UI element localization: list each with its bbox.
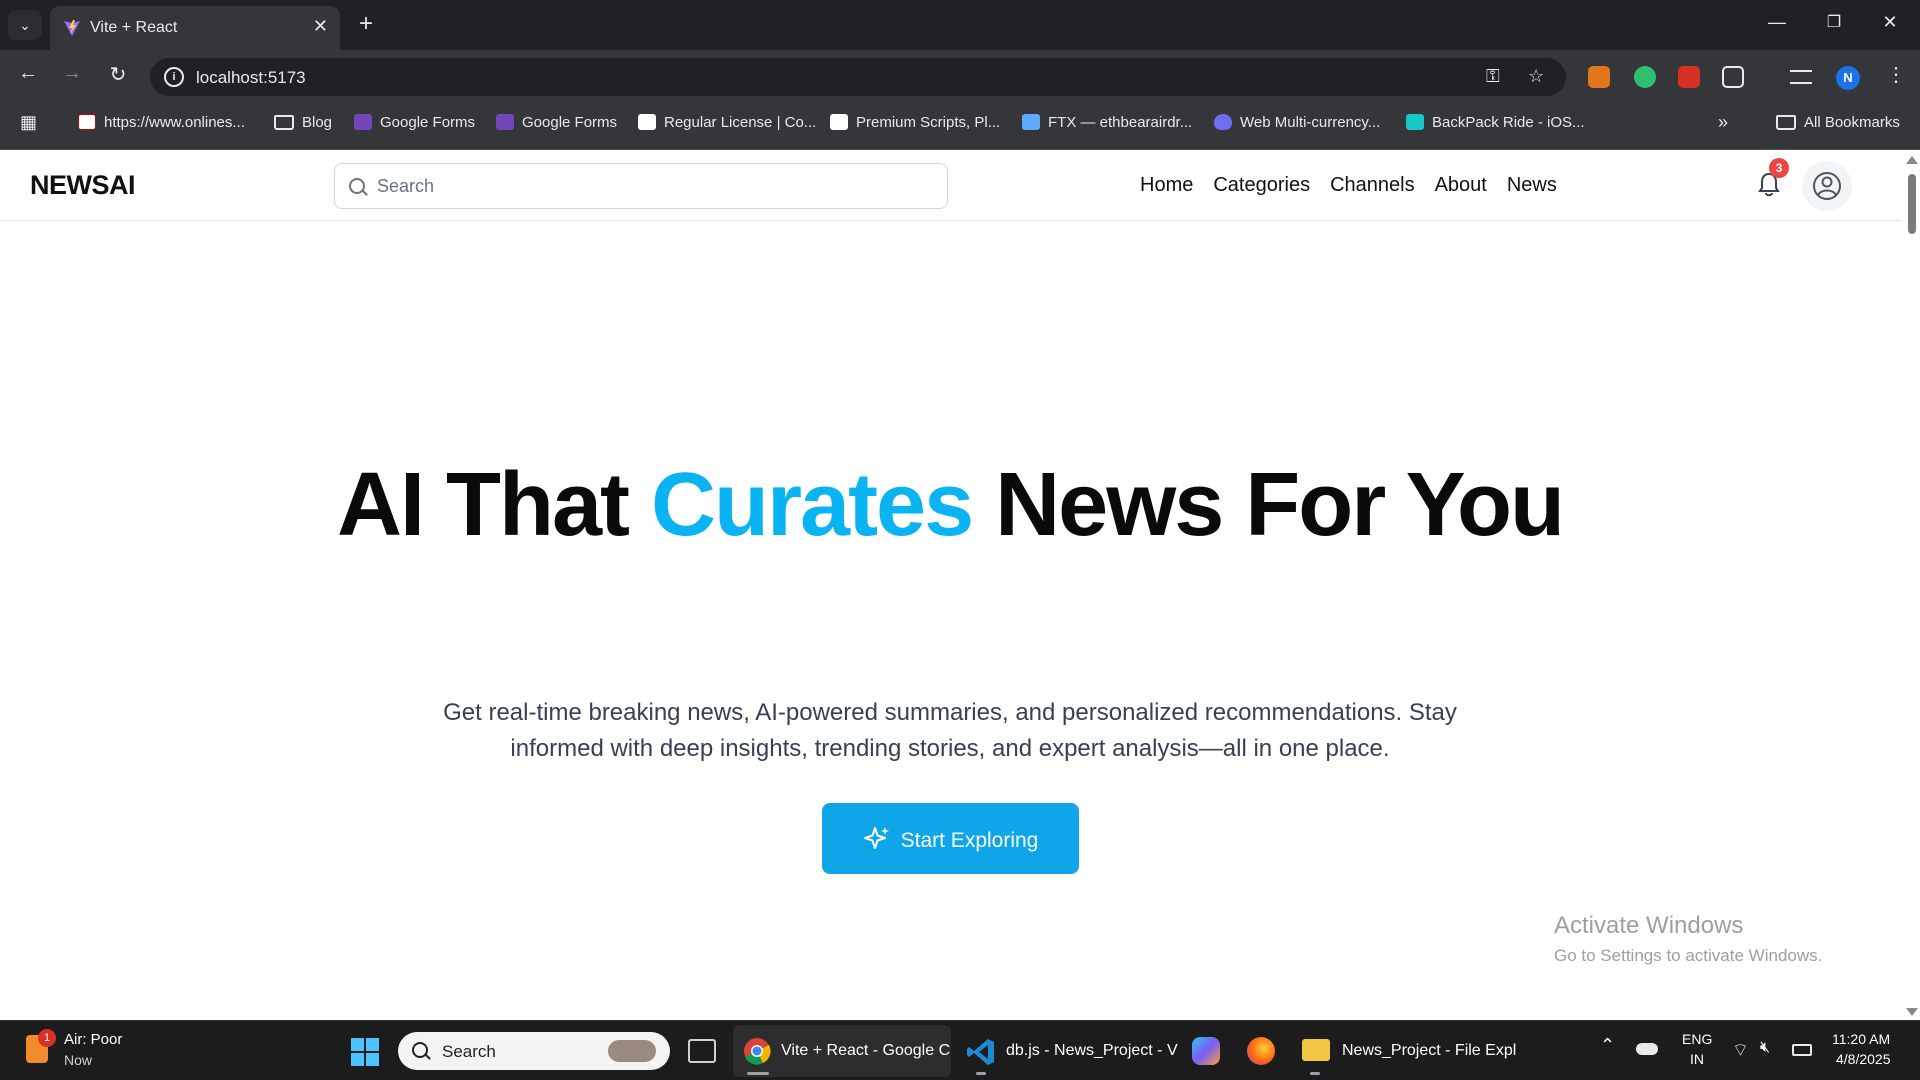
bookmark-item[interactable]: Google Forms xyxy=(496,114,617,131)
bookmark-item[interactable]: Google Forms xyxy=(354,114,475,131)
scroll-down-icon[interactable] xyxy=(1906,1008,1918,1016)
site-nav: Home Categories Channels About News xyxy=(1140,174,1557,197)
taskbar-app-chrome[interactable]: Vite + React - Google C xyxy=(733,1025,951,1077)
taskbar-app-vscode[interactable]: db.js - News_Project - V xyxy=(960,1025,1178,1077)
tab-title: Vite + React xyxy=(90,19,178,36)
scroll-up-icon[interactable] xyxy=(1906,156,1918,164)
bookmarks-bar: ▦ https://www.onlines... Blog Google For… xyxy=(0,100,1920,150)
vite-icon xyxy=(64,20,80,36)
bookmark-star-icon[interactable]: ☆ xyxy=(1528,66,1544,87)
user-avatar[interactable] xyxy=(1802,161,1852,211)
reload-button[interactable]: ↻ xyxy=(104,62,132,87)
clock-date[interactable]: 4/8/2025 xyxy=(1836,1051,1891,1067)
volume-muted-icon[interactable]: 🔇︎ xyxy=(1760,1039,1770,1057)
bookmark-item[interactable]: Premium Scripts, Pl... xyxy=(830,114,1000,131)
profile-avatar[interactable]: N xyxy=(1836,66,1860,90)
nav-categories[interactable]: Categories xyxy=(1213,174,1310,197)
menu-dots-icon[interactable]: ⋮ xyxy=(1882,62,1910,87)
wifi-icon[interactable]: ⌔ xyxy=(1732,1039,1749,1062)
url-text[interactable]: localhost:5173 xyxy=(196,68,306,88)
page-scrollbar[interactable] xyxy=(1902,150,1920,1020)
firefox-icon[interactable] xyxy=(1247,1037,1275,1065)
bookmark-item[interactable]: https://www.onlines... xyxy=(78,114,245,131)
back-button[interactable]: ← xyxy=(14,62,42,85)
site-search-box[interactable] xyxy=(334,163,948,209)
activate-windows-watermark: Activate Windows Go to Settings to activ… xyxy=(1554,912,1823,965)
site-logo[interactable]: NEWSAI xyxy=(30,170,136,201)
start-exploring-button[interactable]: Start Exploring xyxy=(822,803,1079,874)
taskbar-search[interactable]: Search xyxy=(398,1032,670,1070)
vscode-icon xyxy=(967,1039,994,1065)
metamask-extension-icon[interactable] xyxy=(1588,66,1610,88)
bookmark-item[interactable]: BackPack Ride - iOS... xyxy=(1406,114,1585,131)
hero-title-accent: Curates xyxy=(651,455,974,555)
user-circle-icon xyxy=(1813,172,1841,200)
browser-tabstrip: ⌄ Vite + React ✕ + — ❐ ✕ xyxy=(0,0,1920,50)
sparkle-icon xyxy=(863,826,889,849)
search-icon xyxy=(349,178,365,194)
hero-subtitle: Get real-time breaking news, AI-powered … xyxy=(443,699,1457,762)
site-info-icon[interactable]: i xyxy=(164,67,184,87)
notification-badge: 3 xyxy=(1769,158,1789,178)
extension-red-icon[interactable] xyxy=(1678,66,1700,88)
key-icon[interactable]: ⚿ xyxy=(1486,66,1500,87)
hero-title: AI That Curates News For You xyxy=(337,455,1565,555)
more-bookmarks-icon[interactable]: » xyxy=(1718,112,1728,133)
forward-button[interactable]: → xyxy=(58,62,86,85)
address-bar[interactable]: i localhost:5173 ⚿ ☆ xyxy=(150,58,1566,96)
nav-news[interactable]: News xyxy=(1507,174,1557,197)
all-bookmarks-folder[interactable]: All Bookmarks xyxy=(1776,114,1900,131)
bookmark-item[interactable]: FTX — ethbearairdr... xyxy=(1022,114,1192,131)
folder-icon xyxy=(274,115,294,130)
chrome-icon xyxy=(744,1038,771,1065)
close-tab-icon[interactable]: ✕ xyxy=(313,16,328,37)
scrollbar-thumb[interactable] xyxy=(1908,174,1916,234)
search-icon xyxy=(412,1042,428,1058)
language-indicator[interactable]: ENG xyxy=(1682,1031,1712,1047)
nav-about[interactable]: About xyxy=(1435,174,1487,197)
chevron-up-icon[interactable]: ⌃ xyxy=(1600,1035,1615,1056)
folder-icon xyxy=(1776,115,1796,130)
tab-search-button[interactable]: ⌄ xyxy=(8,10,42,40)
nav-home[interactable]: Home xyxy=(1140,174,1193,197)
restore-button[interactable]: ❐ xyxy=(1822,12,1846,32)
folder-icon xyxy=(1302,1039,1330,1061)
minimize-button[interactable]: — xyxy=(1765,12,1789,33)
clock-time[interactable]: 11:20 AM xyxy=(1832,1031,1890,1047)
extension-circle-icon[interactable] xyxy=(1634,66,1656,88)
page-viewport: NEWSAI Home Categories Channels About Ne… xyxy=(0,150,1920,1020)
site-header: NEWSAI Home Categories Channels About Ne… xyxy=(0,150,1902,221)
close-window-button[interactable]: ✕ xyxy=(1878,12,1902,33)
bookmark-folder-blog[interactable]: Blog xyxy=(274,114,332,131)
taskbar-app-file-explorer[interactable]: News_Project - File Expl xyxy=(1292,1025,1516,1077)
bookmark-item[interactable]: Web Multi-currency... xyxy=(1214,114,1380,131)
copilot-icon[interactable] xyxy=(1192,1037,1220,1065)
cta-label: Start Exploring xyxy=(900,828,1039,852)
battery-icon[interactable] xyxy=(1792,1044,1812,1056)
search-highlight-icon xyxy=(608,1040,656,1062)
nav-channels[interactable]: Channels xyxy=(1330,174,1415,197)
media-control-icon[interactable] xyxy=(1790,70,1812,84)
windows-taskbar: 1 Air: Poor Now Search Vite + React - Go… xyxy=(0,1020,1920,1080)
onedrive-icon[interactable] xyxy=(1636,1043,1658,1055)
apps-grid-icon[interactable]: ▦ xyxy=(20,112,37,133)
bookmark-item[interactable]: Regular License | Co... xyxy=(638,114,816,131)
site-search-input[interactable] xyxy=(377,164,937,208)
task-view-icon[interactable] xyxy=(688,1039,716,1063)
weather-badge: 1 xyxy=(38,1029,56,1047)
extensions-puzzle-icon[interactable] xyxy=(1722,66,1744,88)
browser-toolbar: ← → ↻ i localhost:5173 ⚿ ☆ N ⋮ xyxy=(0,50,1920,100)
windows-start-icon[interactable] xyxy=(350,1037,380,1067)
new-tab-button[interactable]: + xyxy=(352,10,380,38)
tab-active[interactable]: Vite + React ✕ xyxy=(50,6,340,50)
